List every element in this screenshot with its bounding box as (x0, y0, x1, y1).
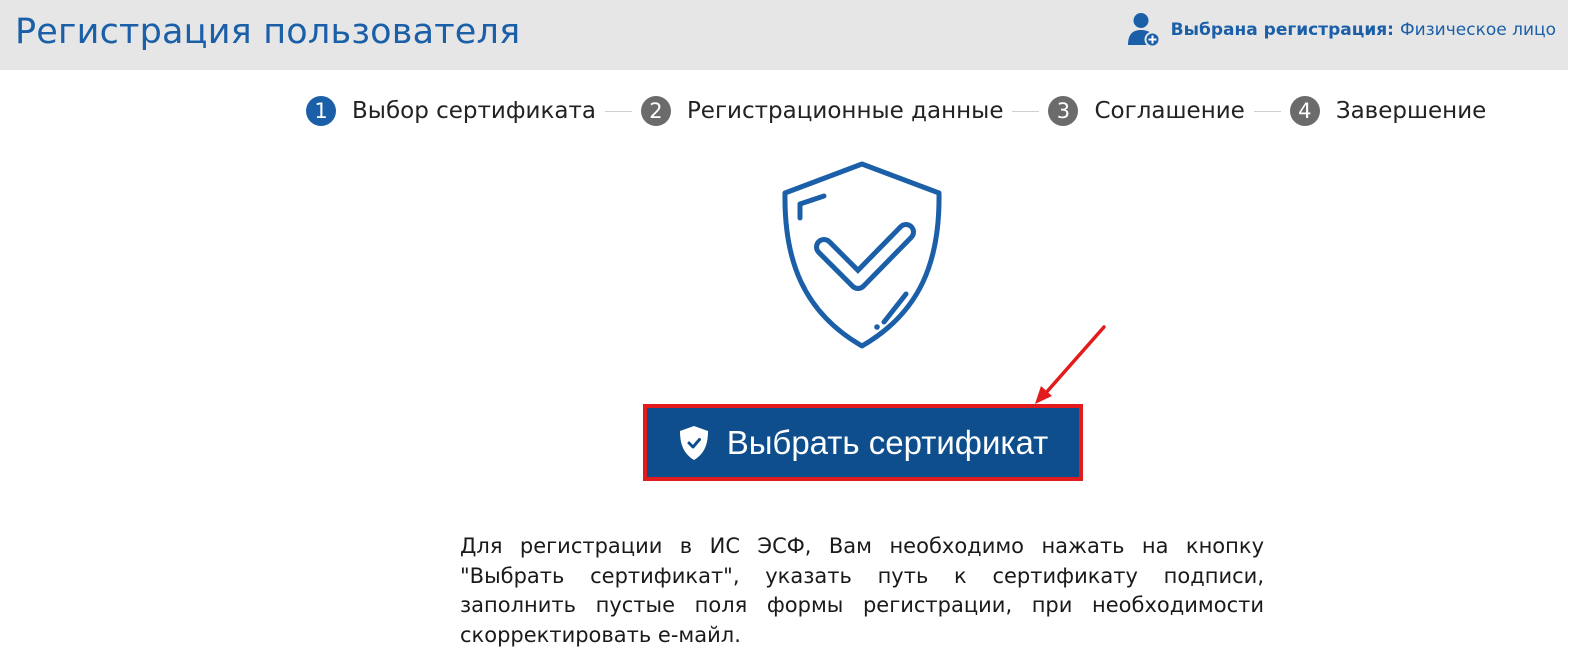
registration-info: Выбрана регистрация: Физическое лицо (1127, 12, 1556, 48)
step-number: 3 (1048, 96, 1079, 126)
step-label: Регистрационные данные (686, 98, 1004, 124)
red-arrow-annotation (1035, 325, 1106, 404)
registration-instructions: Для регистрации в ИС ЭСФ, Вам необходимо… (460, 534, 1264, 647)
registration-type-value: Физическое лицо (1399, 20, 1556, 40)
step-label: Завершение (1335, 98, 1487, 124)
step-agreement: 3 Соглашение (1048, 96, 1245, 126)
select-certificate-button-body[interactable]: Выбрать сертификат (647, 408, 1079, 477)
step-label: Выбор сертификата (352, 98, 596, 124)
shield-icon (679, 425, 708, 460)
select-certificate-label: Выбрать сертификат (726, 423, 1049, 461)
step-registration-data: 2 Регистрационные данные (640, 96, 1004, 126)
step-connector (1012, 110, 1040, 112)
step-number: 4 (1289, 96, 1320, 126)
step-number: 2 (640, 96, 671, 126)
step-label: Соглашение (1094, 98, 1245, 124)
step-completion: 4 Завершение (1289, 96, 1487, 126)
page-header: Регистрация пользователя Выбрана регистр… (0, 0, 1568, 70)
page-edge (1568, 0, 1584, 638)
step-number: 1 (306, 96, 336, 126)
shield-check-icon (782, 161, 942, 349)
user-add-icon (1127, 13, 1161, 48)
step-connector (604, 110, 632, 112)
step-connector (1253, 110, 1281, 112)
registration-type-label: Выбрана регистрация: (1170, 20, 1394, 40)
select-certificate-button[interactable]: Выбрать сертификат (643, 404, 1083, 481)
step-certificate: 1 Выбор сертификата (306, 96, 596, 126)
page-title: Регистрация пользователя (15, 12, 521, 52)
registration-steps: 1 Выбор сертификата 2 Регистрационные да… (306, 92, 1486, 130)
